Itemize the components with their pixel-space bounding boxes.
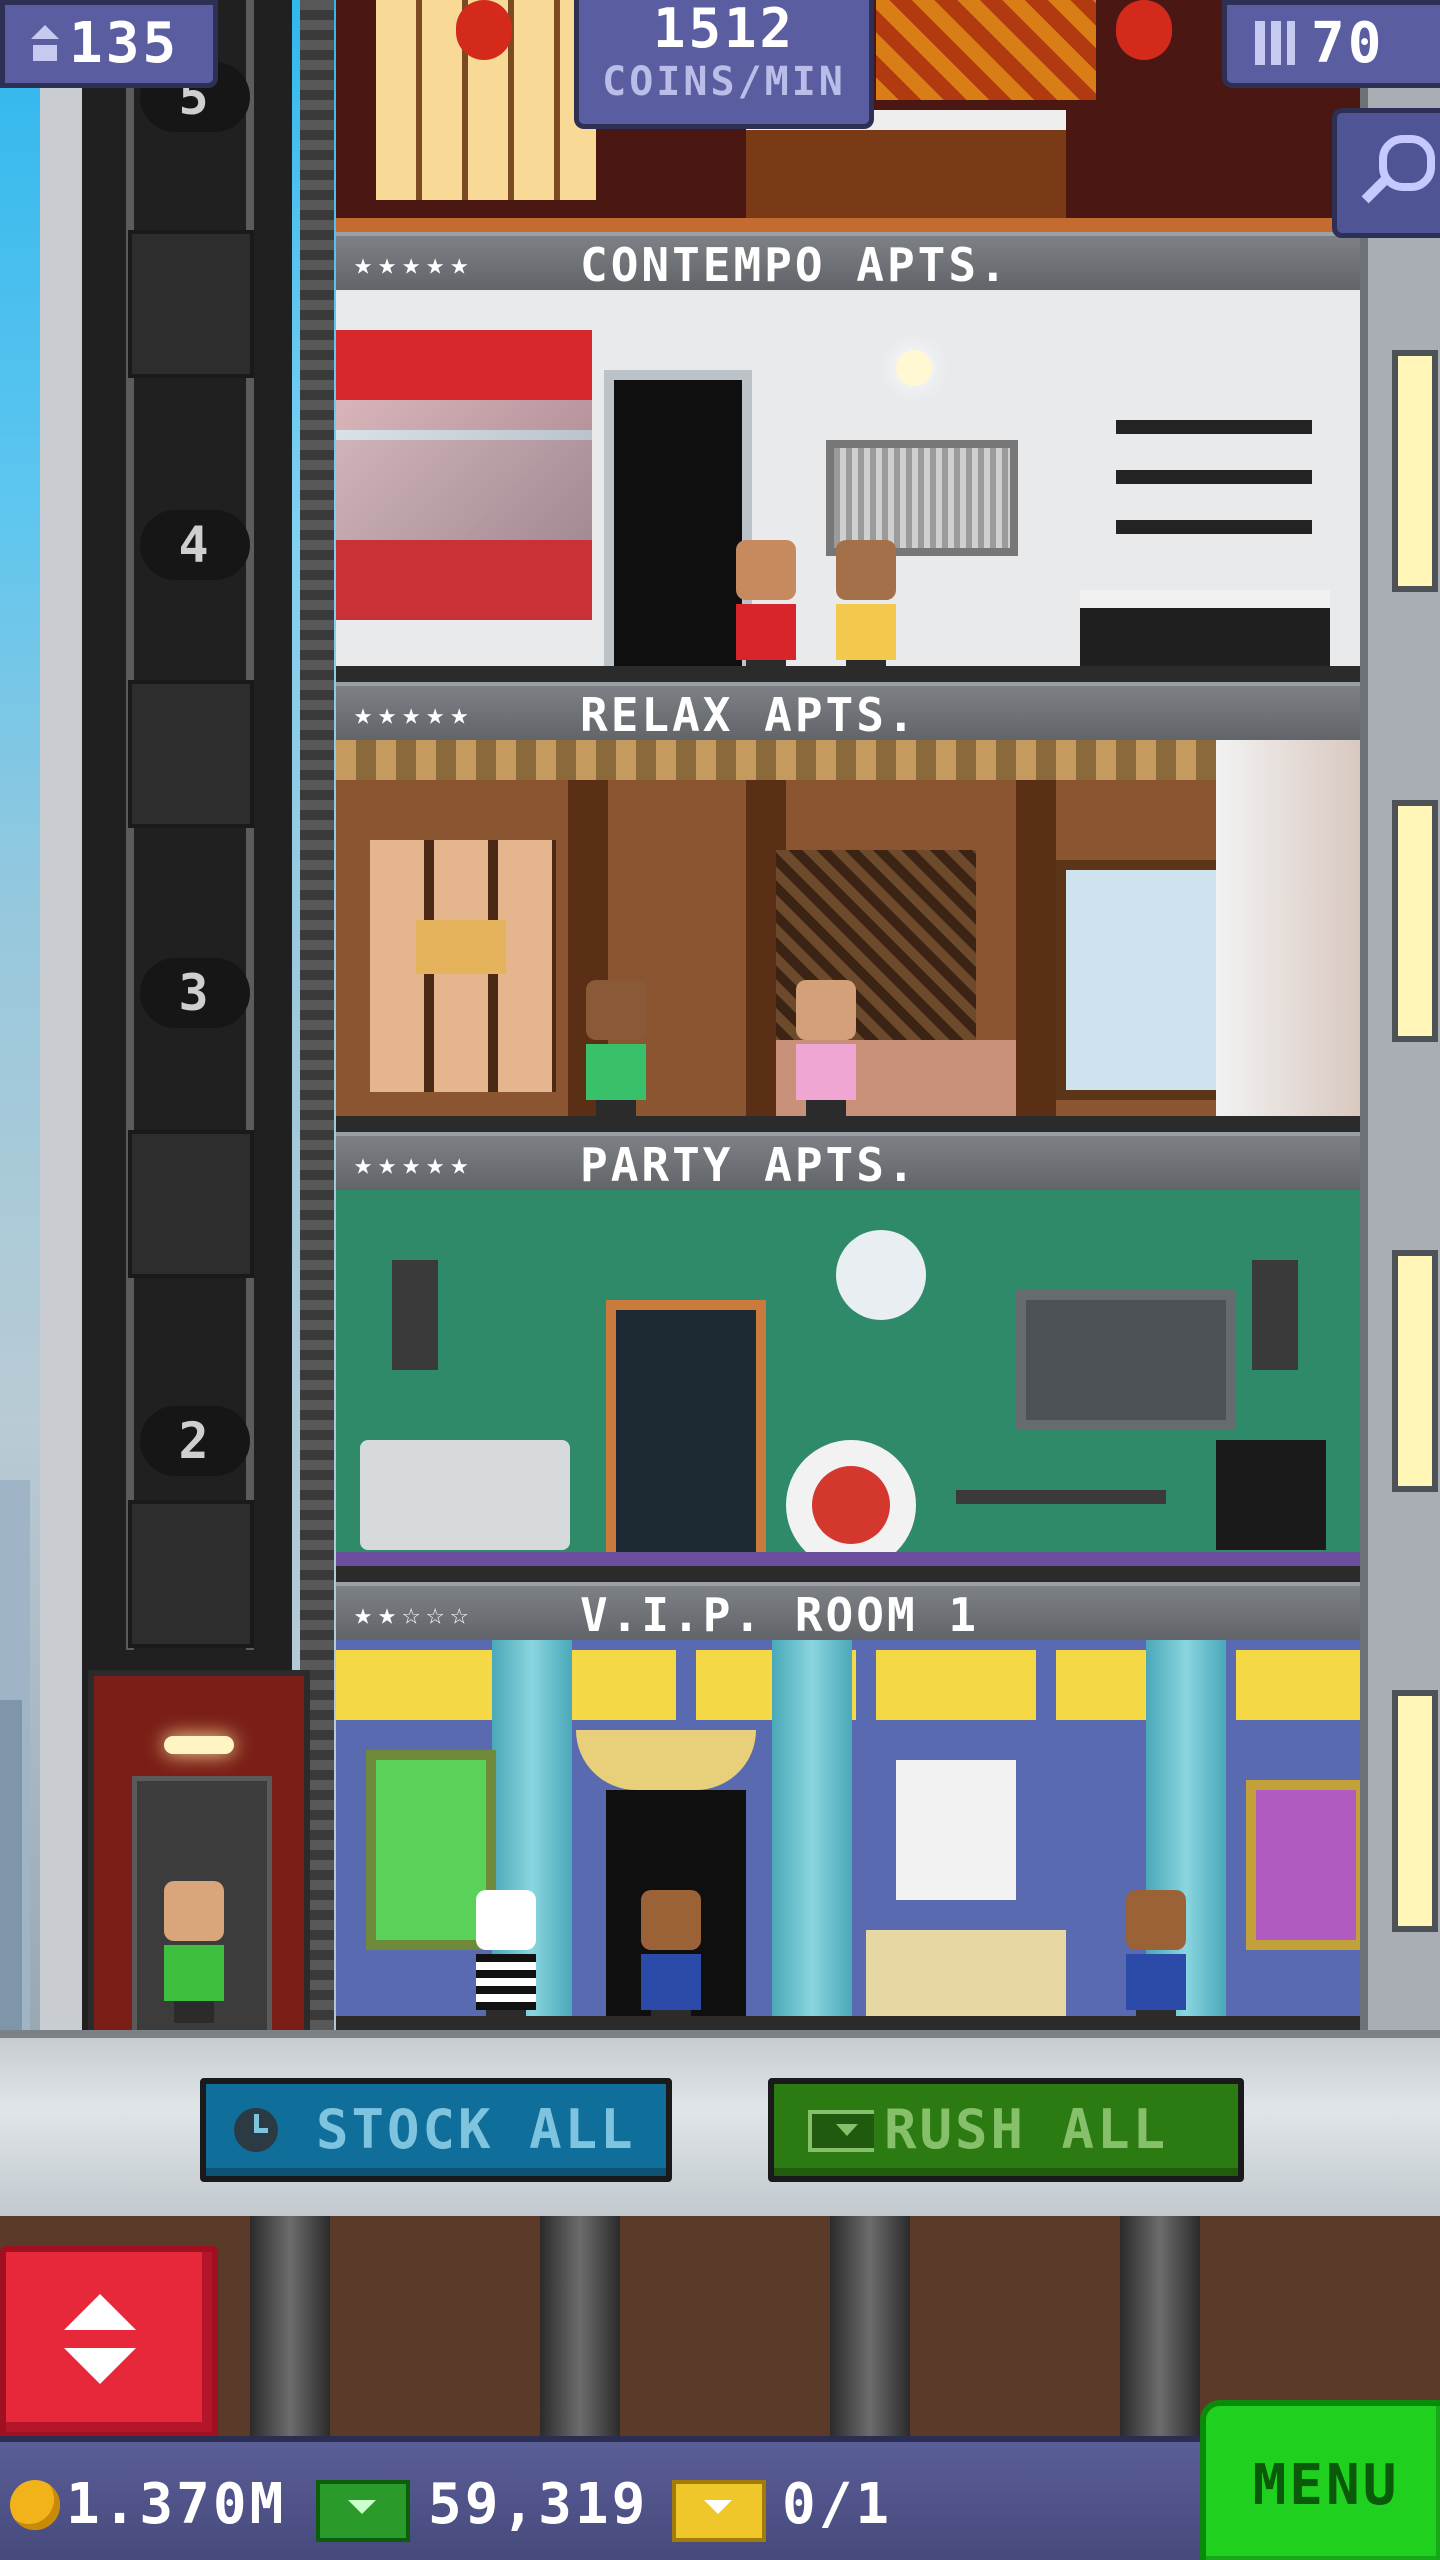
shaft-panel <box>128 1130 254 1278</box>
floor-label: ★★★★★ CONTEMPO APTS. <box>336 232 1360 294</box>
floor-rating-stars: ★★☆☆☆ <box>354 1597 475 1632</box>
coins-balance: 1.370M <box>10 2470 310 2540</box>
floor-contempo-apts[interactable]: ★★★★★ CONTEMPO APTS. <box>336 232 1360 682</box>
floor-number-4: 4 <box>140 510 250 580</box>
resident[interactable] <box>476 1890 540 2032</box>
action-bar: STOCK ALL RUSH ALL <box>0 2030 1440 2224</box>
city-backdrop <box>0 0 40 2030</box>
stock-all-button[interactable]: STOCK ALL <box>200 2078 672 2182</box>
floor-vip-room-1[interactable]: ★★☆☆☆ V.I.P. ROOM 1 <box>336 1582 1360 2032</box>
game-screen: 5 4 3 2 ★★★★★ CONTEMPO APTS. ★★★★★ RELAX… <box>0 0 1440 2560</box>
floor-name: RELAX APTS. <box>580 688 918 742</box>
floor-rating-stars: ★★★★★ <box>354 697 475 732</box>
room-interior[interactable] <box>336 290 1360 682</box>
floor-counter[interactable]: 70 <box>1222 0 1440 88</box>
floor-rating-stars: ★★★★★ <box>354 1147 475 1182</box>
resident[interactable] <box>836 540 900 682</box>
coins-per-min-label: COINS/MIN <box>602 59 846 105</box>
coins-per-min-value: 1512 <box>652 0 796 60</box>
floor-name: V.I.P. ROOM 1 <box>580 1588 980 1642</box>
population-counter[interactable]: 135 <box>0 0 218 88</box>
bux-icon <box>808 2110 874 2152</box>
golden-ticket-icon <box>672 2480 766 2542</box>
floor-label: ★★☆☆☆ V.I.P. ROOM 1 <box>336 1582 1360 1644</box>
bux-icon <box>316 2480 410 2542</box>
floor-name: CONTEMPO APTS. <box>580 238 1010 292</box>
elevator-nav-button[interactable] <box>0 2246 218 2438</box>
building-icon <box>1255 21 1295 65</box>
floor-party-apts[interactable]: ★★★★★ PARTY APTS. <box>336 1132 1360 1582</box>
floor-relax-apts[interactable]: ★★★★★ RELAX APTS. <box>336 682 1360 1132</box>
coin-icon <box>10 2480 60 2530</box>
arrow-down-icon <box>64 2348 136 2384</box>
floor-name: PARTY APTS. <box>580 1138 918 1192</box>
room-interior[interactable] <box>336 740 1360 1132</box>
floor-label: ★★★★★ PARTY APTS. <box>336 1132 1360 1194</box>
resident[interactable] <box>641 1890 705 2032</box>
shaft-panel <box>128 230 254 378</box>
menu-button[interactable]: MENU <box>1200 2400 1440 2560</box>
stock-all-label: STOCK ALL <box>316 2098 636 2161</box>
floor-rating-stars: ★★★★★ <box>354 247 475 282</box>
clock-icon <box>234 2108 278 2152</box>
bux-balance: 59,319 <box>316 2470 656 2542</box>
arrow-up-icon <box>64 2294 136 2330</box>
floor-number-2: 2 <box>140 1406 250 1476</box>
building-right-wall <box>1360 0 1440 2030</box>
resident[interactable] <box>586 980 650 1122</box>
rush-all-label: RUSH ALL <box>884 2098 1169 2161</box>
floor-number-3: 3 <box>140 958 250 1028</box>
resident[interactable] <box>1126 1890 1190 2032</box>
elevator-light <box>164 1736 234 1754</box>
coins-per-min: 1512 COINS/MIN <box>574 0 874 129</box>
room-interior[interactable] <box>336 1190 1360 1582</box>
elevator-car[interactable] <box>88 1670 310 2042</box>
shaft-panel <box>128 1500 254 1648</box>
search-button[interactable] <box>1332 108 1440 238</box>
rush-all-button[interactable]: RUSH ALL <box>768 2078 1244 2182</box>
resident[interactable] <box>736 540 800 682</box>
person-up-icon <box>31 25 59 61</box>
resident[interactable] <box>796 980 860 1122</box>
shaft-panel <box>128 680 254 828</box>
floor-label: ★★★★★ RELAX APTS. <box>336 682 1360 744</box>
room-door <box>606 1300 766 1582</box>
elevator-passenger[interactable] <box>164 1881 228 2023</box>
room-door <box>604 370 752 682</box>
vip-tickets: 0/1 <box>672 2470 892 2542</box>
room-interior[interactable] <box>336 1640 1360 2032</box>
building-left-wall <box>40 0 88 2030</box>
